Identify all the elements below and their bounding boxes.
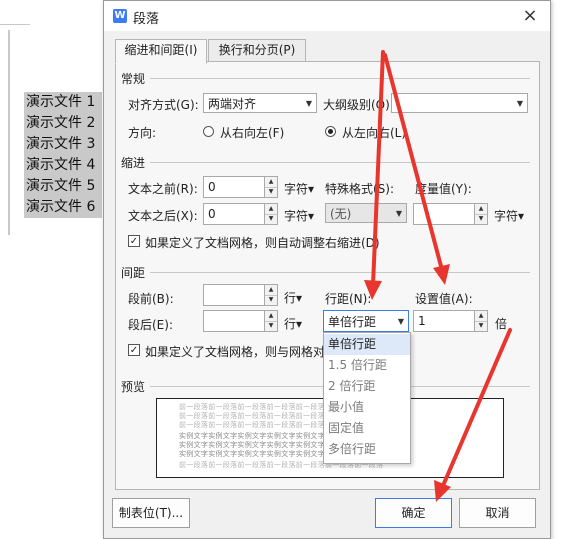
line-spacing-dropdown[interactable]: 单倍行距 1.5 倍行距 2 倍行距 最小值 固定值 多倍行距 <box>323 332 411 464</box>
document-text[interactable]: 演示文件 1 演示文件 2 演示文件 3 演示文件 4 演示文件 5 演示文件 … <box>24 92 102 218</box>
page-margin-mark <box>8 30 10 235</box>
indent-grid-checkbox[interactable]: ✓ <box>128 235 140 247</box>
indent-grid-label[interactable]: 如果定义了文档网格，则自动调整右缩进(D) <box>145 234 380 251</box>
section-divider <box>150 272 530 273</box>
option-1-5[interactable]: 1.5 倍行距 <box>324 355 410 376</box>
indent-after-input[interactable]: 0 <box>203 203 265 225</box>
spacing-before-input[interactable] <box>203 284 265 306</box>
special-format-label: 特殊格式(S): <box>325 182 395 196</box>
wps-writer-icon: W <box>113 9 127 23</box>
spacing-before-unit[interactable]: 行▾ <box>284 289 302 306</box>
chevron-down-icon: ▼ <box>395 209 402 218</box>
tabs-button[interactable]: 制表位(T)... <box>112 498 190 528</box>
indent-before-spinner[interactable]: ▲ ▼ <box>264 176 278 198</box>
tab-indent-spacing[interactable]: 缩进和间距(I) <box>115 39 207 64</box>
measure-label: 度量值(Y): <box>415 182 472 196</box>
rtl-radio[interactable] <box>203 126 214 137</box>
section-divider <box>150 78 530 79</box>
section-general-title: 常规 <box>121 72 146 86</box>
section-preview-title: 预览 <box>121 380 146 394</box>
set-value-label: 设置值(A): <box>415 292 473 306</box>
section-indent-title: 缩进 <box>121 156 146 170</box>
ok-button[interactable]: 确定 <box>375 498 452 528</box>
indent-before-label: 文本之前(R): <box>128 182 198 196</box>
dialog-title-bar[interactable]: W 段落 × <box>104 1 550 31</box>
spacing-after-unit[interactable]: 行▾ <box>284 315 302 332</box>
spacing-grid-checkbox[interactable]: ✓ <box>128 344 140 356</box>
spin-down-icon[interactable]: ▼ <box>265 321 277 331</box>
chevron-down-icon: ▼ <box>397 317 404 326</box>
paragraph-dialog: W 段落 × 缩进和间距(I) 换行和分页(P) 常规 对齐方式(G): 两端对… <box>103 0 551 539</box>
chevron-down-icon: ▼ <box>305 99 312 108</box>
spacing-after-input[interactable] <box>203 310 265 332</box>
outline-level-label: 大纲级别(O): <box>323 98 394 112</box>
spacing-before-spinner[interactable]: ▲ ▼ <box>264 284 278 306</box>
set-value-unit: 倍 <box>495 317 508 331</box>
spin-down-icon[interactable]: ▼ <box>265 295 277 305</box>
outline-level-select[interactable]: ▼ <box>391 93 528 113</box>
page-corner-mark <box>0 24 30 25</box>
line-spacing-label: 行距(N): <box>325 292 372 306</box>
spin-down-icon[interactable]: ▼ <box>475 321 487 331</box>
spacing-before-label: 段前(B): <box>128 292 174 306</box>
close-icon[interactable]: × <box>520 6 540 26</box>
option-single[interactable]: 单倍行距 <box>324 334 410 355</box>
tab-line-page-breaks[interactable]: 换行和分页(P) <box>208 39 306 62</box>
measure-spinner[interactable]: ▲ ▼ <box>474 203 488 225</box>
set-value-spinner[interactable]: ▲ ▼ <box>474 310 488 332</box>
alignment-value: 两端对齐 <box>208 97 257 111</box>
line-spacing-select[interactable]: 单倍行距 ▼ <box>323 310 409 332</box>
option-at-least[interactable]: 最小值 <box>324 397 410 418</box>
direction-label: 方向: <box>128 126 157 140</box>
indent-before-input[interactable]: 0 <box>203 176 265 198</box>
alignment-label: 对齐方式(G): <box>128 98 199 112</box>
special-format-select[interactable]: (无) ▼ <box>325 203 407 223</box>
indent-after-spinner[interactable]: ▲ ▼ <box>264 203 278 225</box>
chevron-down-icon: ▼ <box>516 99 523 108</box>
spin-down-icon[interactable]: ▼ <box>475 214 487 224</box>
spin-down-icon[interactable]: ▼ <box>265 214 277 224</box>
indent-after-unit[interactable]: 字符▾ <box>284 207 314 224</box>
measure-unit[interactable]: 字符▾ <box>494 207 524 224</box>
special-format-value: (无) <box>330 207 352 221</box>
cancel-button[interactable]: 取消 <box>459 498 536 528</box>
option-exactly[interactable]: 固定值 <box>324 418 410 439</box>
ltr-label[interactable]: 从左向右(L) <box>342 124 406 141</box>
dialog-title: 段落 <box>133 12 160 27</box>
spacing-grid-label[interactable]: 如果定义了文档网格，则与网格对 <box>145 343 325 360</box>
indent-before-unit[interactable]: 字符▾ <box>284 180 314 197</box>
section-divider <box>150 162 530 163</box>
document-line[interactable]: 演示文件 3 <box>24 134 102 155</box>
section-spacing-title: 间距 <box>121 266 146 280</box>
line-spacing-value: 单倍行距 <box>328 315 377 329</box>
measure-input[interactable] <box>413 203 475 225</box>
alignment-select[interactable]: 两端对齐 ▼ <box>203 93 317 113</box>
document-line[interactable]: 演示文件 1 <box>24 92 102 113</box>
spin-down-icon[interactable]: ▼ <box>265 187 277 197</box>
document-line[interactable]: 演示文件 6 <box>24 197 102 218</box>
indent-after-label: 文本之后(X): <box>128 209 198 223</box>
set-value-input[interactable]: 1 <box>413 310 475 332</box>
option-multiple[interactable]: 多倍行距 <box>324 439 410 460</box>
document-line[interactable]: 演示文件 2 <box>24 113 102 134</box>
rtl-label[interactable]: 从右向左(F) <box>220 124 284 141</box>
document-line[interactable]: 演示文件 5 <box>24 176 102 197</box>
document-line[interactable]: 演示文件 4 <box>24 155 102 176</box>
spacing-after-label: 段后(E): <box>128 318 173 332</box>
ltr-radio[interactable] <box>325 126 336 137</box>
spacing-after-spinner[interactable]: ▲ ▼ <box>264 310 278 332</box>
option-double[interactable]: 2 倍行距 <box>324 376 410 397</box>
